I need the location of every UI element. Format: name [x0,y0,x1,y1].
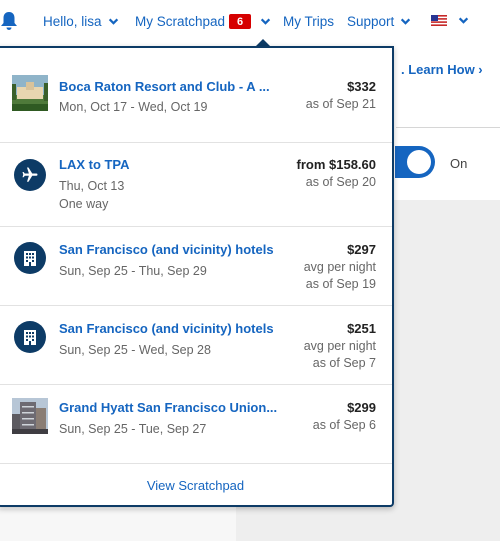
top-navigation: Hello, lisa My Scratchpad 6 My Trips Sup… [0,0,500,46]
scratchpad-item[interactable]: San Francisco (and vicinity) hotels Sun,… [0,227,392,306]
chevron-down-icon [458,17,469,24]
item-price: $299 [347,400,376,415]
item-title[interactable]: San Francisco (and vicinity) hotels [59,321,274,336]
item-dates: Sun, Sep 25 - Tue, Sep 27 [59,422,207,436]
scratchpad-item[interactable]: Grand Hyatt San Francisco Union... Sun, … [0,385,392,464]
scratchpad-item[interactable]: Boca Raton Resort and Club - A ... Mon, … [0,48,392,143]
support-label: Support [347,14,395,29]
toggle-knob [407,150,431,174]
us-flag-icon [431,15,447,26]
airplane-icon [14,159,46,191]
item-price: $332 [347,79,376,94]
chevron-down-icon [260,18,271,25]
locale-menu[interactable] [431,15,469,26]
item-dates: Mon, Oct 17 - Wed, Oct 19 [59,100,208,114]
item-price-date: as of Sep 21 [305,97,376,111]
item-title[interactable]: San Francisco (and vicinity) hotels [59,242,274,257]
building-icon [14,242,46,274]
item-price-date: as of Sep 6 [312,418,376,432]
item-price-unit: avg per night [303,339,376,353]
item-price: $251 [347,321,376,336]
toggle-label: On [450,156,468,171]
scratchpad-item[interactable]: LAX to TPA Thu, Oct 13 One way from $158… [0,143,392,227]
bell-icon[interactable] [0,11,18,31]
item-price-date: as of Sep 20 [305,175,376,189]
scratchpad-label: My Scratchpad [135,14,226,29]
scratchpad-dropdown: Boca Raton Resort and Club - A ... Mon, … [0,46,394,507]
item-price-date: as of Sep 19 [305,277,376,291]
hotel-thumbnail [12,75,48,111]
my-trips-link[interactable]: My Trips [283,14,334,29]
scratchpad-menu[interactable]: My Scratchpad 6 [135,14,271,29]
item-dates: Sun, Sep 25 - Wed, Sep 28 [59,343,211,357]
page-background-strip [0,509,236,541]
chevron-down-icon [108,18,118,25]
account-menu[interactable]: Hello, lisa [43,14,119,29]
item-title[interactable]: Boca Raton Resort and Club - A ... [59,79,270,94]
divider [396,127,500,128]
item-title[interactable]: LAX to TPA [59,157,130,172]
support-menu[interactable]: Support [347,14,411,29]
item-price: from $158.60 [296,157,377,172]
item-dates: Sun, Sep 25 - Thu, Sep 29 [59,264,207,278]
item-trip-type: One way [59,197,109,211]
view-scratchpad-link[interactable]: View Scratchpad [0,478,392,493]
hotel-thumbnail [12,398,48,434]
building-icon [14,321,46,353]
scratchpad-item[interactable]: San Francisco (and vicinity) hotels Sun,… [0,306,392,385]
learn-how-link[interactable]: . Learn How › [401,62,483,77]
scratchpad-count-badge: 6 [229,14,252,29]
item-title[interactable]: Grand Hyatt San Francisco Union... [59,400,277,415]
item-price: $297 [347,242,376,257]
chevron-down-icon [401,18,411,25]
my-trips-label: My Trips [283,14,335,29]
item-dates: Thu, Oct 13 [59,179,125,193]
item-price-date: as of Sep 7 [312,356,376,370]
item-price-unit: avg per night [303,260,376,274]
greeting-label: Hello, lisa [43,14,102,29]
